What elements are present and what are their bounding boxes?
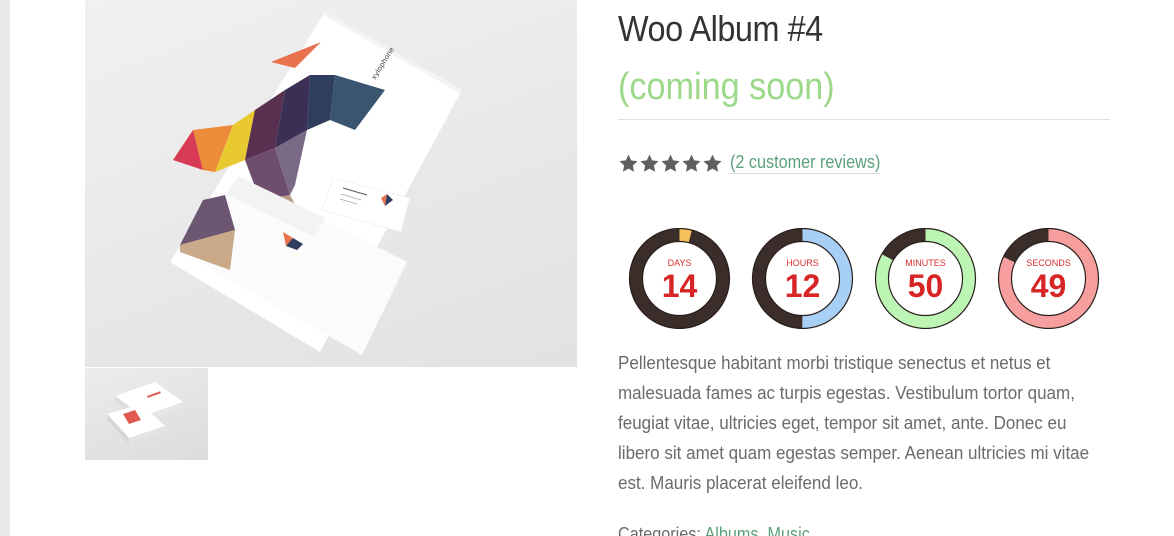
star-rating: [618, 153, 723, 174]
category-link-albums[interactable]: Albums: [704, 524, 758, 536]
product-title: Woo Album #4: [618, 8, 823, 49]
countdown-seconds: SECONDS 49: [997, 228, 1100, 329]
countdown-minutes: MINUTES 50: [874, 228, 977, 329]
product-categories: Categories: Albums, Music: [618, 524, 810, 536]
star-icon: [640, 154, 659, 172]
countdown-unit-label: DAYS: [667, 258, 692, 268]
countdown-unit-label: MINUTES: [905, 258, 946, 268]
product-page: xylophone Woo Album #4 (coming soon) (2 …: [10, 0, 1174, 536]
countdown-days: DAYS 14: [628, 228, 731, 329]
star-icon: [703, 154, 722, 172]
category-link-music[interactable]: Music: [768, 524, 810, 536]
product-gallery-thumbnail[interactable]: [85, 368, 208, 460]
star-icon: [661, 154, 680, 172]
star-icon: [682, 154, 701, 172]
countdown-unit-label: SECONDS: [1026, 258, 1071, 268]
countdown-unit-label: HOURS: [786, 258, 819, 268]
product-main-image[interactable]: xylophone: [85, 0, 577, 367]
countdown-value: 50: [907, 268, 944, 304]
star-icon: [619, 154, 638, 172]
customer-reviews-link[interactable]: (2 customer reviews): [730, 152, 881, 174]
product-rating: (2 customer reviews): [618, 152, 897, 174]
product-short-description: Pellentesque habitant morbi tristique se…: [618, 352, 1090, 493]
countdown-value: 49: [1030, 268, 1067, 304]
category-separator: ,: [758, 524, 768, 536]
business-cards-thumbnail-image: [107, 382, 183, 444]
countdown-value: 14: [661, 268, 698, 304]
categories-label: Categories:: [618, 524, 701, 536]
stationery-mockup-illustration: xylophone: [170, 12, 462, 355]
countdown-hours: HOURS 12: [751, 228, 854, 329]
coming-soon-label: (coming soon): [618, 66, 835, 108]
title-divider: [618, 119, 1110, 120]
countdown-value: 12: [784, 268, 821, 304]
